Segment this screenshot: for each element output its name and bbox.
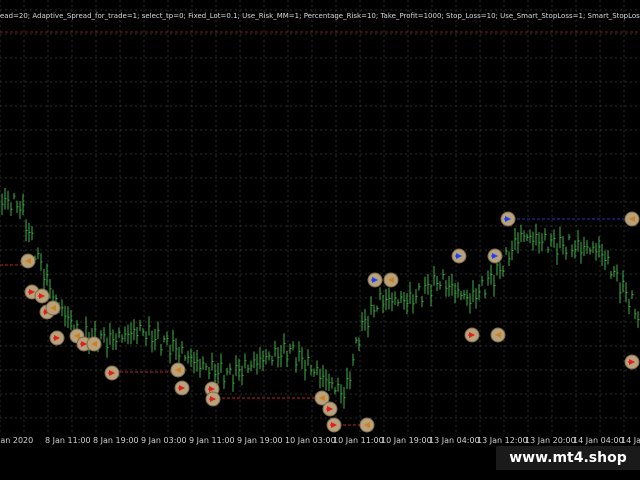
trade-marker xyxy=(86,336,102,352)
price-bars xyxy=(1,187,640,409)
trade-marker xyxy=(500,211,516,227)
trade-marker xyxy=(451,248,467,264)
trade-marker xyxy=(20,253,36,269)
time-label: 10 Jan 11:00 xyxy=(333,436,384,445)
trade-marker xyxy=(104,365,120,381)
time-label: 8 Jan 19:00 xyxy=(93,436,139,445)
trade-marker xyxy=(367,272,383,288)
trade-marker xyxy=(174,380,190,396)
time-label: 13 Jan 12:00 xyxy=(477,436,528,445)
time-label: 13 Jan 20:00 xyxy=(525,436,576,445)
time-label: 13 Jan 04:00 xyxy=(429,436,480,445)
time-label: 9 Jan 19:00 xyxy=(237,436,283,445)
trade-marker xyxy=(205,391,221,407)
watermark: www.mt4.shop xyxy=(496,446,640,470)
time-label: 14 Jan xyxy=(621,436,640,445)
trade-marker xyxy=(326,417,342,433)
trade-marker xyxy=(624,354,640,370)
time-label: 10 Jan 03:00 xyxy=(285,436,336,445)
trade-marker xyxy=(49,330,65,346)
trade-marker xyxy=(34,288,50,304)
trade-marker xyxy=(464,327,480,343)
time-label: Jan 2020 xyxy=(0,436,34,445)
time-label: 14 Jan 04:00 xyxy=(573,436,624,445)
expert-parameters-text: ead=20; Adaptive_Spread_for_trade=1; sel… xyxy=(0,12,640,20)
time-label: 8 Jan 11:00 xyxy=(45,436,91,445)
trade-marker xyxy=(487,248,503,264)
time-label: 9 Jan 11:00 xyxy=(189,436,235,445)
trade-marker xyxy=(45,300,61,316)
trade-marker xyxy=(624,211,640,227)
time-label: 10 Jan 19:00 xyxy=(381,436,432,445)
price-chart[interactable] xyxy=(0,0,640,480)
trade-marker xyxy=(383,272,399,288)
trade-marker xyxy=(359,417,375,433)
chart-grid xyxy=(0,0,640,432)
trade-marker xyxy=(322,401,338,417)
trade-marker xyxy=(490,327,506,343)
time-label: 9 Jan 03:00 xyxy=(141,436,187,445)
trade-marker xyxy=(170,362,186,378)
